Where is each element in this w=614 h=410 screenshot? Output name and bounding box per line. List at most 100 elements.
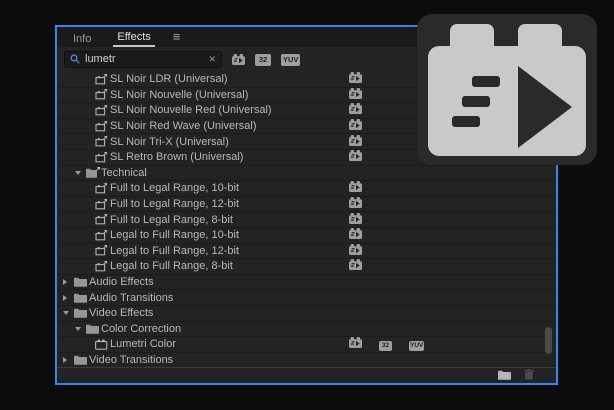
panel-footer-bar <box>57 367 556 383</box>
preset-icon <box>95 230 110 241</box>
tree-row[interactable]: Lumetri Color 32 YUV <box>57 337 556 353</box>
row-label: Full to Legal Range, 8-bit <box>110 214 233 226</box>
new-custom-bin-icon[interactable] <box>498 367 511 385</box>
preset-icon <box>95 152 110 163</box>
chevron-right-icon[interactable] <box>63 295 74 301</box>
row-badges <box>349 119 362 134</box>
tree-row[interactable]: Full to Legal Range, 8-bit <box>57 212 556 228</box>
row-label: Technical <box>101 167 147 179</box>
row-label: Legal to Full Range, 10-bit <box>110 229 239 241</box>
tree-row[interactable]: Audio Effects <box>57 275 556 291</box>
preset-icon <box>95 89 110 100</box>
row-badges <box>349 212 362 227</box>
preset-icon <box>95 105 110 116</box>
accelerated-effects-badge <box>349 150 362 164</box>
tree-row[interactable]: Legal to Full Range, 8-bit <box>57 259 556 275</box>
row-label: Video Transitions <box>89 354 173 366</box>
accelerated-effects-badge <box>349 88 362 102</box>
folder-icon <box>74 293 89 303</box>
tree-row[interactable]: Full to Legal Range, 10-bit <box>57 181 556 197</box>
row-label: SL Noir Red Wave (Universal) <box>110 120 257 132</box>
delete-icon[interactable] <box>524 367 534 385</box>
folder-icon <box>74 277 89 287</box>
tab-effects[interactable]: Effects <box>113 28 154 47</box>
yuv-effects-filter-button[interactable]: YUV <box>281 54 300 66</box>
chevron-down-icon[interactable] <box>63 311 74 315</box>
accelerated-effect-badge-magnified-icon <box>417 14 597 165</box>
effect-icon <box>95 339 110 350</box>
tree-row[interactable]: Full to Legal Range, 12-bit <box>57 197 556 213</box>
search-value: lumetr <box>85 54 203 65</box>
row-badges <box>349 244 362 259</box>
accelerated-effects-badge <box>349 72 362 86</box>
row-label: SL Noir Nouvelle (Universal) <box>110 89 248 101</box>
search-input[interactable]: lumetr ✕ <box>64 51 222 68</box>
row-label: Color Correction <box>101 323 181 335</box>
preset-icon <box>95 245 110 256</box>
tree-row[interactable]: Technical <box>57 166 556 182</box>
clear-search-icon[interactable]: ✕ <box>208 55 216 64</box>
row-badges: 32 YUV <box>349 337 424 352</box>
row-label: Audio Effects <box>89 276 154 288</box>
preset-icon <box>95 214 110 225</box>
row-badges <box>349 197 362 212</box>
accelerated-effects-badge <box>349 119 362 133</box>
preset-icon <box>95 261 110 272</box>
preset-icon <box>95 183 110 194</box>
row-badges <box>349 134 362 149</box>
tab-info[interactable]: Info <box>69 30 95 47</box>
accelerated-effects-badge <box>349 213 362 227</box>
yuv-effects-badge: YUV <box>409 338 424 351</box>
row-label: Audio Transitions <box>89 292 173 304</box>
row-label: Full to Legal Range, 12-bit <box>110 198 239 210</box>
row-label: SL Retro Brown (Universal) <box>110 151 243 163</box>
row-label: SL Noir Tri-X (Universal) <box>110 136 229 148</box>
chevron-down-icon[interactable] <box>75 327 86 331</box>
tree-row[interactable]: Audio Transitions <box>57 290 556 306</box>
tree-row[interactable]: Color Correction <box>57 322 556 338</box>
accelerated-effects-badge <box>349 244 362 258</box>
row-label: Video Effects <box>89 307 153 319</box>
row-label: Legal to Full Range, 12-bit <box>110 245 239 257</box>
preset-icon <box>95 136 110 147</box>
preset-bin-icon <box>86 167 101 178</box>
chevron-down-icon[interactable] <box>75 171 86 175</box>
preset-icon <box>95 121 110 132</box>
row-badges <box>349 88 362 103</box>
32-bit-color-badge: 32 <box>379 338 392 351</box>
row-label: Lumetri Color <box>110 338 176 350</box>
search-icon <box>70 51 80 69</box>
32bit-color-filter-button[interactable]: 32 <box>255 54 271 66</box>
row-label: Legal to Full Range, 8-bit <box>110 260 233 272</box>
row-badges <box>349 103 362 118</box>
accelerated-effects-filter-button[interactable] <box>232 54 245 65</box>
row-badges <box>349 259 362 274</box>
accelerated-effects-badge <box>349 103 362 117</box>
tree-row[interactable]: Legal to Full Range, 10-bit <box>57 228 556 244</box>
tree-row[interactable]: Video Effects <box>57 306 556 322</box>
folder-icon <box>74 308 89 318</box>
chevron-right-icon[interactable] <box>63 357 74 363</box>
folder-icon <box>86 324 101 334</box>
preset-icon <box>95 199 110 210</box>
tree-row[interactable]: Legal to Full Range, 12-bit <box>57 244 556 260</box>
accelerated-effects-badge <box>349 337 362 351</box>
row-label: Full to Legal Range, 10-bit <box>110 182 239 194</box>
row-badges <box>349 228 362 243</box>
row-badges <box>349 72 362 87</box>
accelerated-effects-badge <box>349 135 362 149</box>
row-label: SL Noir LDR (Universal) <box>110 73 228 85</box>
panel-menu-icon[interactable]: ≡ <box>173 29 181 47</box>
accelerated-effects-badge <box>349 181 362 195</box>
row-badges <box>349 181 362 196</box>
folder-icon <box>74 355 89 365</box>
accelerated-effects-badge <box>349 197 362 211</box>
row-badges <box>349 150 362 165</box>
preset-icon <box>95 74 110 85</box>
row-label: SL Noir Nouvelle Red (Universal) <box>110 104 272 116</box>
chevron-right-icon[interactable] <box>63 279 74 285</box>
tree-row[interactable]: Video Transitions <box>57 353 556 369</box>
accelerated-effects-badge <box>349 259 362 273</box>
vertical-scrollbar-thumb[interactable] <box>545 327 552 354</box>
accelerated-effects-badge <box>349 228 362 242</box>
